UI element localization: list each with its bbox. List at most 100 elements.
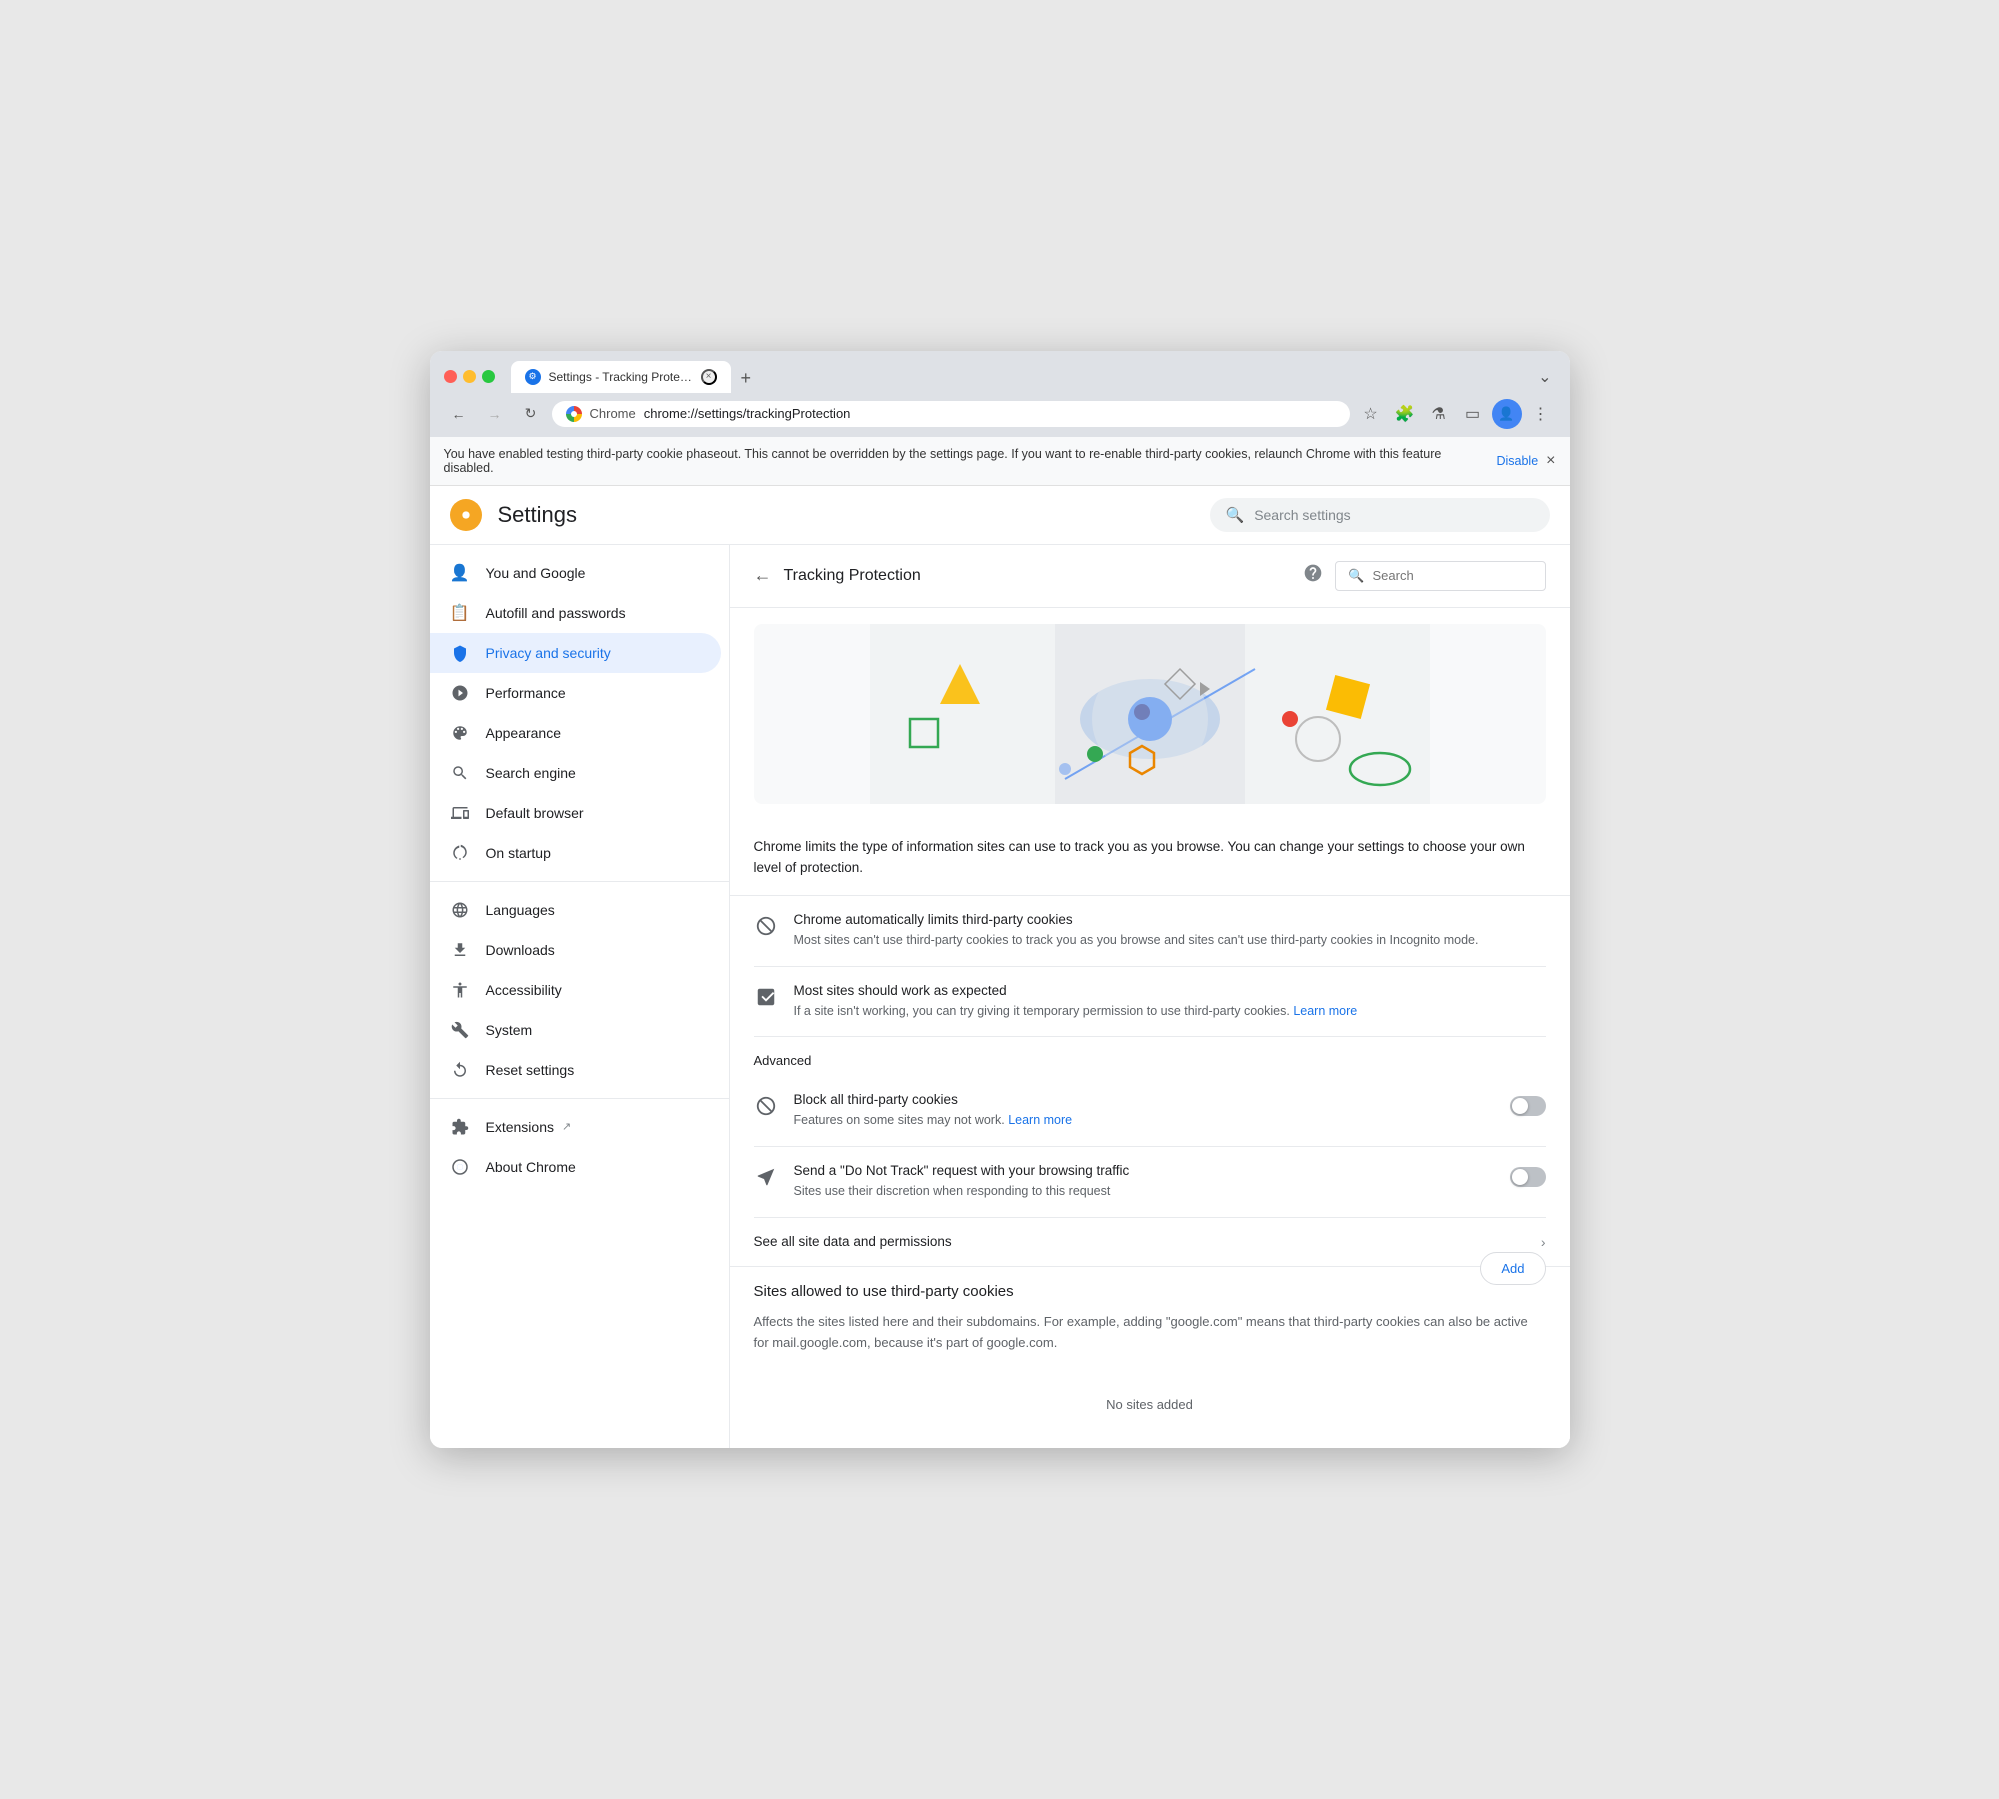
option-sites-title: Most sites should work as expected <box>794 983 1546 998</box>
active-tab[interactable]: ⚙ Settings - Tracking Protectio… × <box>511 361 731 393</box>
sidebar-item-about-chrome[interactable]: About Chrome <box>430 1147 721 1187</box>
profile-button[interactable]: 👤 <box>1492 399 1522 429</box>
block-all-toggle[interactable] <box>1510 1096 1546 1116</box>
block-cookies-icon <box>754 1094 778 1118</box>
tabs-end: ⌄ <box>1534 363 1555 391</box>
sidebar-label-downloads: Downloads <box>486 942 555 958</box>
tab-title: Settings - Tracking Protectio… <box>549 370 693 384</box>
close-button[interactable] <box>444 370 457 383</box>
do-not-track-desc: Sites use their discretion when respondi… <box>794 1182 1494 1201</box>
search-icon: 🔍 <box>1226 506 1245 524</box>
tab-favicon: ⚙ <box>525 369 541 385</box>
info-bar-close-button[interactable]: × <box>1546 452 1555 470</box>
no-sites-text: No sites added <box>754 1377 1546 1432</box>
do-not-track-text: Send a "Do Not Track" request with your … <box>794 1163 1494 1201</box>
menu-button[interactable]: ⋮ <box>1526 399 1556 429</box>
tracking-search-bar[interactable]: 🔍 <box>1335 561 1545 591</box>
settings-logo <box>450 499 482 531</box>
sidebar-item-system[interactable]: System <box>430 1010 721 1050</box>
sidebar-item-appearance[interactable]: Appearance <box>430 713 721 753</box>
sidebar-item-you-and-google[interactable]: 👤 You and Google <box>430 553 721 593</box>
sidebar-item-performance[interactable]: Performance <box>430 673 721 713</box>
sidebar-label-about: About Chrome <box>486 1159 576 1175</box>
sidebar-item-search-engine[interactable]: Search engine <box>430 753 721 793</box>
sidebar: 👤 You and Google 📋 Autofill and password… <box>430 545 730 1449</box>
option-sites-desc: If a site isn't working, you can try giv… <box>794 1002 1546 1021</box>
option-block-all: Block all third-party cookies Features o… <box>754 1076 1546 1147</box>
site-data-label: See all site data and permissions <box>754 1234 1541 1249</box>
maximize-button[interactable] <box>482 370 495 383</box>
sidebar-label-autofill: Autofill and passwords <box>486 605 626 621</box>
extensions-button[interactable]: 🧩 <box>1390 399 1420 429</box>
settings-header: Settings 🔍 <box>430 486 1570 545</box>
appearance-icon <box>450 723 470 743</box>
languages-icon <box>450 900 470 920</box>
settings-search-bar[interactable]: 🔍 <box>1210 498 1550 532</box>
sidebar-item-default-browser[interactable]: Default browser <box>430 793 721 833</box>
forward-button[interactable]: → <box>480 399 510 429</box>
bookmark-button[interactable]: ☆ <box>1356 399 1386 429</box>
sidebar-label-default-browser: Default browser <box>486 805 584 821</box>
nav-bar: ← → ↻ Chrome chrome://settings/trackingP… <box>430 393 1570 437</box>
main-content: ← Tracking Protection 🔍 <box>730 545 1570 1449</box>
sidebar-label-on-startup: On startup <box>486 845 551 861</box>
shield-icon <box>450 643 470 663</box>
back-to-privacy-button[interactable]: ← <box>754 565 772 586</box>
cookie-blocked-icon <box>754 914 778 938</box>
option-auto-limits: Chrome automatically limits third-party … <box>754 896 1546 967</box>
sites-work-icon <box>754 985 778 1009</box>
split-view-button[interactable]: ▭ <box>1458 399 1488 429</box>
settings-title: Settings <box>498 502 578 528</box>
autofill-icon: 📋 <box>450 603 470 623</box>
sidebar-item-accessibility[interactable]: Accessibility <box>430 970 721 1010</box>
option-do-not-track: Send a "Do Not Track" request with your … <box>754 1147 1546 1218</box>
block-all-desc: Features on some sites may not work. Lea… <box>794 1111 1494 1130</box>
sidebar-item-extensions[interactable]: Extensions ↗ <box>430 1107 721 1147</box>
security-icon <box>566 406 582 422</box>
sidebar-item-languages[interactable]: Languages <box>430 890 721 930</box>
option-sites-work: Most sites should work as expected If a … <box>754 967 1546 1038</box>
address-bar: Chrome chrome://settings/trackingProtect… <box>552 401 1350 427</box>
labs-button[interactable]: ⚗ <box>1424 399 1454 429</box>
tab-close-button[interactable]: × <box>701 369 717 385</box>
tracking-search-icon: 🔍 <box>1348 568 1364 584</box>
option-auto-title: Chrome automatically limits third-party … <box>794 912 1546 927</box>
info-bar: You have enabled testing third-party coo… <box>430 437 1570 486</box>
advanced-section-label: Advanced <box>730 1037 1570 1076</box>
minimize-button[interactable] <box>463 370 476 383</box>
sidebar-extensions-label-wrapper: Extensions ↗ <box>486 1119 572 1135</box>
sidebar-item-reset[interactable]: Reset settings <box>430 1050 721 1090</box>
search-engine-icon <box>450 763 470 783</box>
option-auto-text: Chrome automatically limits third-party … <box>794 912 1546 950</box>
learn-more-link-2[interactable]: Learn more <box>1008 1113 1072 1127</box>
performance-icon <box>450 683 470 703</box>
sites-allowed-desc: Affects the sites listed here and their … <box>754 1312 1546 1354</box>
learn-more-link-1[interactable]: Learn more <box>1293 1004 1357 1018</box>
sidebar-item-autofill[interactable]: 📋 Autofill and passwords <box>430 593 721 633</box>
add-site-button[interactable]: Add <box>1480 1252 1545 1285</box>
sidebar-item-downloads[interactable]: Downloads <box>430 930 721 970</box>
person-icon: 👤 <box>450 563 470 583</box>
sidebar-label-you-and-google: You and Google <box>486 565 586 581</box>
sites-allowed-title: Sites allowed to use third-party cookies <box>754 1283 1546 1300</box>
tracking-protection-title: Tracking Protection <box>784 567 1292 585</box>
sidebar-label-search-engine: Search engine <box>486 765 576 781</box>
window-menu-button[interactable]: ⌄ <box>1534 363 1555 391</box>
help-button[interactable] <box>1303 563 1323 588</box>
address-text[interactable]: chrome://settings/trackingProtection <box>644 406 851 421</box>
new-tab-button[interactable]: + <box>733 364 760 393</box>
see-all-site-data-row[interactable]: See all site data and permissions › <box>730 1218 1570 1267</box>
disable-link[interactable]: Disable <box>1496 454 1538 468</box>
do-not-track-toggle[interactable] <box>1510 1167 1546 1187</box>
chrome-color-icon <box>566 406 582 422</box>
sidebar-label-accessibility: Accessibility <box>486 982 562 998</box>
tracking-search-input[interactable] <box>1373 568 1533 583</box>
sidebar-item-on-startup[interactable]: On startup <box>430 833 721 873</box>
sidebar-item-privacy[interactable]: Privacy and security <box>430 633 721 673</box>
back-button[interactable]: ← <box>444 399 474 429</box>
settings-search-input[interactable] <box>1254 507 1533 523</box>
tracking-protection-header: ← Tracking Protection 🔍 <box>730 545 1570 608</box>
title-bar: ⚙ Settings - Tracking Protectio… × + ⌄ <box>430 351 1570 393</box>
tracking-description: Chrome limits the type of information si… <box>730 820 1570 896</box>
reload-button[interactable]: ↻ <box>516 399 546 429</box>
